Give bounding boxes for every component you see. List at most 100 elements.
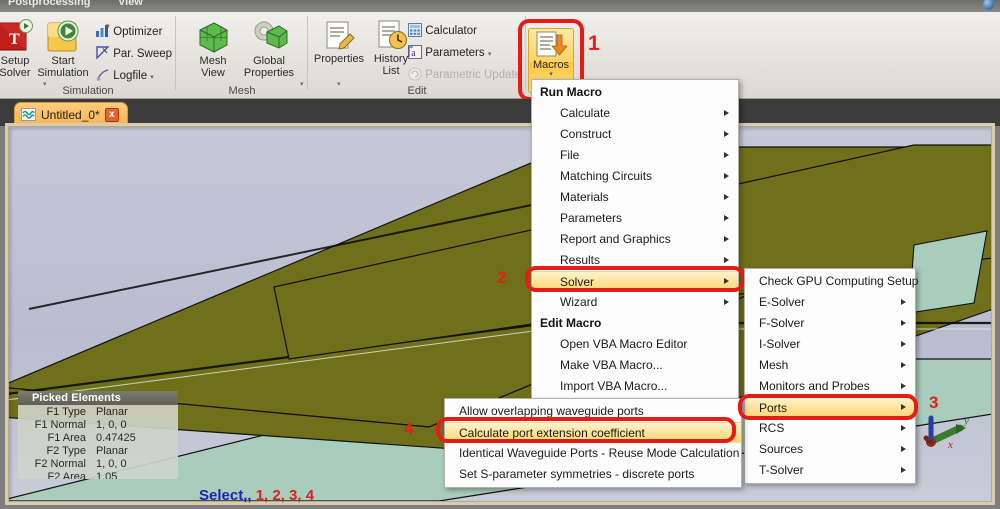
submenu-arrow-icon: [724, 152, 729, 158]
logfile-icon: [96, 69, 109, 81]
submenu-arrow-icon: [901, 299, 906, 305]
ribbon-tab-postprocessing[interactable]: Postprocessing: [8, 0, 91, 8]
submenu-arrow-icon: [901, 425, 906, 431]
ribbon-group-edit: Properties ▾ History List Calculator a P…: [308, 12, 526, 99]
menu-item-label: Calculate port extension coefficient: [459, 426, 645, 440]
parameters-caret-icon[interactable]: ▾: [488, 51, 492, 58]
parameters-button[interactable]: a Parameters ▾: [408, 45, 491, 59]
global-properties-label-2: Properties: [243, 66, 295, 79]
menu-item-t-solver[interactable]: T-Solver: [745, 460, 915, 481]
picked-element-row: F2 Normal 1, 0, 0: [18, 458, 178, 471]
menu-item-label: I-Solver: [759, 337, 801, 351]
ports-submenu[interactable]: Allow overlapping waveguide ports Calcul…: [444, 398, 742, 488]
menu-item-label: RCS: [759, 421, 785, 435]
picked-row-key: F1 Type: [46, 406, 86, 418]
close-icon[interactable]: x: [104, 107, 119, 122]
menu-item-construct[interactable]: Construct: [532, 124, 738, 145]
menu-item-f-solver[interactable]: F-Solver: [745, 313, 915, 334]
calculator-button[interactable]: Calculator: [408, 23, 477, 37]
menu-item-label: Wizard: [560, 295, 598, 309]
submenu-arrow-icon: [724, 257, 729, 263]
submenu-arrow-icon: [901, 362, 906, 368]
ribbon: T Setup Solver ▾ Start Simulation Optimi…: [0, 12, 1000, 101]
ribbon-group-mesh: Mesh View Global Properties ▾ Mesh: [176, 12, 308, 99]
logfile-caret-icon[interactable]: ▾: [150, 74, 154, 81]
picked-element-row: F2 Type Planar: [18, 445, 178, 458]
menu-item-import-vba-macro[interactable]: Import VBA Macro...: [532, 376, 738, 397]
menu-item-i-solver[interactable]: I-Solver: [745, 334, 915, 355]
picked-row-key: F2 Type: [46, 445, 86, 457]
ribbon-tab-view[interactable]: View: [118, 0, 143, 8]
run-macro-menu-title: Run Macro: [532, 82, 738, 103]
submenu-arrow-icon: [724, 131, 729, 137]
menu-item-label: Sources: [759, 442, 804, 456]
menu-item-parameters[interactable]: Parameters: [532, 208, 738, 229]
menu-item-file[interactable]: File: [532, 145, 738, 166]
global-properties-label-1: Global: [253, 55, 285, 67]
menu-item-label: Ports: [759, 401, 788, 415]
menu-item-label: File: [560, 148, 580, 162]
menu-item-results[interactable]: Results: [532, 250, 738, 271]
menu-item-monitors-and-probes[interactable]: Monitors and Probes: [745, 376, 915, 397]
menu-item-label: Materials: [560, 190, 609, 204]
optimizer-icon: [96, 24, 110, 37]
menu-item-rcs[interactable]: RCS: [745, 418, 915, 439]
svg-text:T: T: [9, 31, 20, 48]
macros-caret-icon[interactable]: ▾: [529, 71, 573, 79]
menu-item-label: Monitors and Probes: [759, 379, 870, 393]
calculator-icon: [408, 23, 422, 37]
app-window: Postprocessing View T Setup Solver ▾ Sta…: [0, 0, 1000, 509]
mesh-view-button[interactable]: Mesh View: [182, 18, 244, 79]
menu-item-label: Construct: [560, 127, 612, 141]
document-tab-untitled0[interactable]: Untitled_0* x: [14, 102, 128, 126]
optimizer-button[interactable]: Optimizer: [96, 24, 162, 38]
picked-element-row: F2 Area 1.05: [18, 471, 178, 479]
top-tab-strip: Postprocessing View: [0, 0, 1000, 12]
menu-item-open-vba-macro-editor[interactable]: Open VBA Macro Editor: [532, 334, 738, 355]
optimizer-label: Optimizer: [113, 26, 163, 38]
submenu-arrow-icon: [901, 446, 906, 452]
submenu-arrow-icon: [724, 215, 729, 221]
submenu-arrow-icon: [724, 110, 729, 116]
ports-menu-item[interactable]: Ports: [745, 397, 915, 418]
solver-submenu[interactable]: Check GPU Computing Setup E-Solver F-Sol…: [744, 268, 918, 484]
menu-item-label: Solver: [560, 275, 595, 289]
menu-item-set-s-parameter-symmetries-discrete-ports[interactable]: Set S-parameter symmetries - discrete po…: [445, 464, 741, 485]
menu-item-make-vba-macro[interactable]: Make VBA Macro...: [532, 355, 738, 376]
solver-menu-item[interactable]: Solver: [532, 271, 738, 292]
menu-item-wizard[interactable]: Wizard: [532, 292, 738, 313]
ribbon-group-simulation: T Setup Solver ▾ Start Simulation Optimi…: [0, 12, 176, 99]
menu-item-materials[interactable]: Materials: [532, 187, 738, 208]
menu-item-label: T-Solver: [759, 463, 804, 477]
menu-item-identical-waveguide-ports-reuse-mode-calculation[interactable]: Identical Waveguide Ports - Reuse Mode C…: [445, 443, 741, 464]
menu-item-check-gpu-computing-setup[interactable]: Check GPU Computing Setup: [745, 271, 918, 292]
logfile-button[interactable]: Logfile ▾: [96, 68, 154, 82]
ribbon-group-simulation-label: Simulation: [62, 85, 114, 97]
submenu-arrow-icon: [901, 383, 906, 389]
picked-elements-panel: Picked Elements F1 Type Planar F1 Normal…: [18, 391, 178, 479]
menu-item-sources[interactable]: Sources: [745, 439, 915, 460]
menu-item-e-solver[interactable]: E-Solver: [745, 292, 915, 313]
menu-item-matching-circuits[interactable]: Matching Circuits: [532, 166, 738, 187]
menu-item-allow-overlapping-waveguide-ports[interactable]: Allow overlapping waveguide ports: [445, 401, 741, 422]
submenu-arrow-icon: [901, 320, 906, 326]
menu-item-mesh[interactable]: Mesh: [745, 355, 915, 376]
menu-item-label: Report and Graphics: [560, 232, 671, 246]
step-2-number: 2: [497, 268, 507, 287]
calculate-port-extension-coefficient-item[interactable]: Calculate port extension coefficient: [445, 422, 741, 443]
start-simulation-icon: [47, 20, 79, 52]
par-sweep-button[interactable]: Par. Sweep: [96, 46, 172, 60]
global-properties-button[interactable]: Global Properties: [238, 18, 300, 79]
menu-item-label: Parameters: [560, 211, 623, 225]
macros-label: Macros: [532, 59, 570, 71]
submenu-arrow-icon: [724, 194, 729, 200]
menu-item-report-and-graphics[interactable]: Report and Graphics: [532, 229, 738, 250]
start-simulation-button[interactable]: Start Simulation: [32, 18, 94, 79]
logfile-label: Logfile: [113, 70, 148, 82]
help-icon[interactable]: [983, 0, 994, 10]
menu-item-calculate[interactable]: Calculate: [532, 103, 738, 124]
picked-row-key: F2 Normal: [34, 458, 86, 470]
step-1-number: 1: [588, 32, 600, 55]
run-macro-menu[interactable]: Run Macro Calculate Construct File Match…: [531, 79, 739, 400]
picked-row-value: 1, 0, 0: [96, 419, 127, 431]
